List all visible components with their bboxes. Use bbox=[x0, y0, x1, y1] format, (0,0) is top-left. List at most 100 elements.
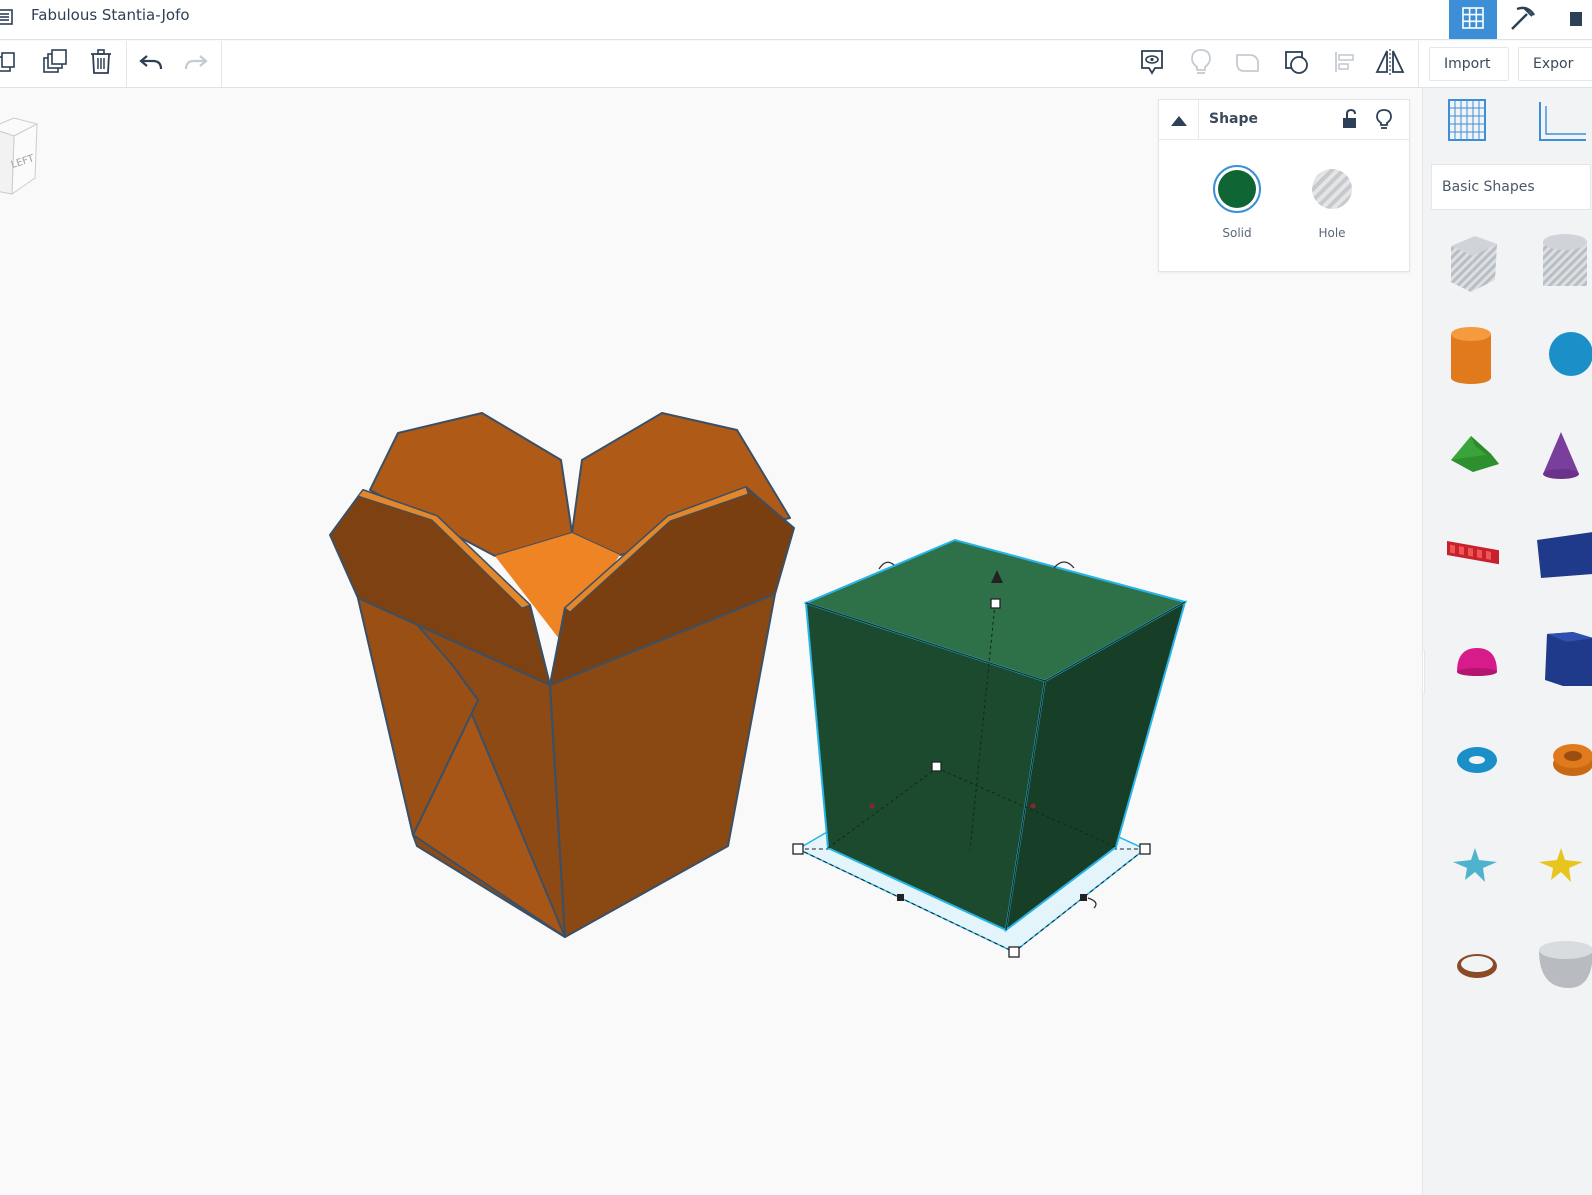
cylinder-hole-icon bbox=[1533, 228, 1592, 298]
grid-plane-icon bbox=[1439, 99, 1495, 152]
polygon-icon bbox=[1533, 626, 1592, 696]
shape-star-yellow[interactable] bbox=[1528, 830, 1592, 900]
copy-icon bbox=[0, 51, 18, 77]
build-view-button[interactable] bbox=[1498, 0, 1546, 39]
align-icon bbox=[1333, 50, 1357, 78]
notes-button[interactable] bbox=[1135, 47, 1169, 81]
tube-icon bbox=[1533, 724, 1592, 794]
title-bar: Fabulous Stantia-Jofo bbox=[0, 0, 1592, 40]
star-icon bbox=[1441, 830, 1501, 900]
group-button[interactable] bbox=[1231, 47, 1265, 81]
toolbar: Import Expor bbox=[0, 41, 1592, 88]
cone-icon bbox=[1533, 420, 1592, 490]
solid-label: Solid bbox=[1222, 226, 1252, 240]
edge-handle bbox=[1080, 894, 1087, 901]
design-title[interactable]: Fabulous Stantia-Jofo bbox=[31, 6, 190, 24]
undo-button[interactable] bbox=[134, 47, 168, 81]
lightbulb-icon bbox=[1190, 48, 1212, 80]
shape-star[interactable] bbox=[1436, 830, 1506, 900]
corner-handle bbox=[1139, 843, 1151, 855]
pickaxe-icon bbox=[1507, 3, 1537, 37]
shape-text[interactable] bbox=[1436, 518, 1506, 588]
workplane-grid-button[interactable] bbox=[1439, 92, 1495, 152]
export-button[interactable]: Expor bbox=[1518, 47, 1592, 81]
ring-icon bbox=[1441, 930, 1501, 1000]
shape-panel-title: Shape bbox=[1209, 111, 1259, 127]
sidebar-collapse-button[interactable]: ⟩ bbox=[1423, 650, 1425, 694]
hole-option[interactable]: Hole bbox=[1302, 164, 1362, 240]
duplicate-icon bbox=[41, 49, 67, 79]
ungroup-icon bbox=[1283, 49, 1311, 79]
view-cube[interactable]: LEFT bbox=[0, 117, 39, 195]
mirror-button[interactable] bbox=[1373, 47, 1407, 81]
shape-category-select[interactable]: Basic Shapes bbox=[1431, 164, 1591, 210]
grid-icon bbox=[1461, 6, 1485, 34]
lightbulb-icon[interactable] bbox=[1375, 108, 1393, 134]
toolbar-separator bbox=[221, 41, 222, 87]
shape-paraboloid[interactable] bbox=[1528, 930, 1592, 1000]
solid-option[interactable]: Solid bbox=[1207, 164, 1267, 240]
height-handle bbox=[990, 598, 1001, 609]
workplane-viewport[interactable]: LEFT Shape Solid Hole bbox=[0, 88, 1422, 1195]
shape-wedge[interactable] bbox=[1528, 518, 1592, 588]
paraboloid-icon bbox=[1533, 930, 1592, 1000]
import-button[interactable]: Import bbox=[1429, 47, 1509, 81]
delete-button[interactable] bbox=[84, 47, 118, 81]
shape-cylinder[interactable] bbox=[1436, 320, 1506, 390]
takeout-box-shape[interactable] bbox=[329, 412, 795, 938]
collapse-button[interactable] bbox=[1159, 100, 1199, 140]
edge-handle bbox=[897, 894, 904, 901]
torus-icon bbox=[1441, 724, 1501, 794]
text-shape-icon bbox=[1441, 518, 1501, 588]
light-button[interactable] bbox=[1184, 47, 1218, 81]
shape-panel-header: Shape bbox=[1159, 100, 1409, 140]
speech-eye-icon bbox=[1139, 48, 1165, 80]
shape-torus[interactable] bbox=[1436, 724, 1506, 794]
roof-icon bbox=[1441, 420, 1501, 490]
shape-box-hole[interactable] bbox=[1436, 228, 1506, 298]
half-sphere-icon bbox=[1441, 626, 1501, 696]
redo-button[interactable] bbox=[179, 47, 213, 81]
trash-icon bbox=[89, 49, 113, 79]
center-handle bbox=[931, 761, 942, 772]
wedge-icon bbox=[1533, 518, 1592, 588]
caret-up-icon bbox=[1170, 111, 1187, 130]
shape-polygon[interactable] bbox=[1528, 626, 1592, 696]
shape-tube[interactable] bbox=[1528, 724, 1592, 794]
shape-ring[interactable] bbox=[1436, 930, 1506, 1000]
ruler-button[interactable] bbox=[1530, 92, 1586, 152]
rotate-handle-icon bbox=[1087, 897, 1097, 909]
solid-swatch bbox=[1212, 164, 1262, 218]
cylinder-icon bbox=[1441, 320, 1501, 390]
toolbar-separator bbox=[126, 41, 127, 87]
duplicate-button[interactable] bbox=[37, 47, 71, 81]
shape-sphere[interactable] bbox=[1528, 320, 1592, 390]
copy-button[interactable] bbox=[0, 47, 24, 81]
redo-icon bbox=[184, 52, 208, 76]
grid-view-button[interactable] bbox=[1449, 0, 1497, 39]
menu-icon[interactable] bbox=[0, 6, 16, 28]
sphere-icon bbox=[1533, 320, 1592, 390]
hole-swatch bbox=[1307, 164, 1357, 218]
box-hole-icon bbox=[1441, 228, 1501, 298]
blocks-icon bbox=[1558, 6, 1582, 34]
selected-box-shape[interactable] bbox=[792, 538, 1188, 958]
hole-label: Hole bbox=[1318, 226, 1346, 240]
ungroup-button[interactable] bbox=[1280, 47, 1314, 81]
ruler-icon bbox=[1530, 102, 1586, 152]
shape-roof[interactable] bbox=[1436, 420, 1506, 490]
mirror-icon bbox=[1375, 48, 1405, 80]
shape-cone[interactable] bbox=[1528, 420, 1592, 490]
blocks-view-button[interactable] bbox=[1546, 0, 1592, 39]
corner-handle bbox=[792, 843, 804, 855]
unlock-icon[interactable] bbox=[1341, 108, 1359, 134]
star-yellow-icon bbox=[1533, 830, 1592, 900]
shape-inspector-panel: Shape Solid Hole bbox=[1158, 99, 1410, 272]
undo-icon bbox=[139, 52, 163, 76]
align-button[interactable] bbox=[1328, 47, 1362, 81]
shape-cylinder-hole[interactable] bbox=[1528, 228, 1592, 298]
group-icon bbox=[1234, 49, 1262, 79]
toolbar-separator bbox=[1418, 41, 1419, 87]
shape-half-sphere[interactable] bbox=[1436, 626, 1506, 696]
corner-handle bbox=[1008, 946, 1020, 958]
